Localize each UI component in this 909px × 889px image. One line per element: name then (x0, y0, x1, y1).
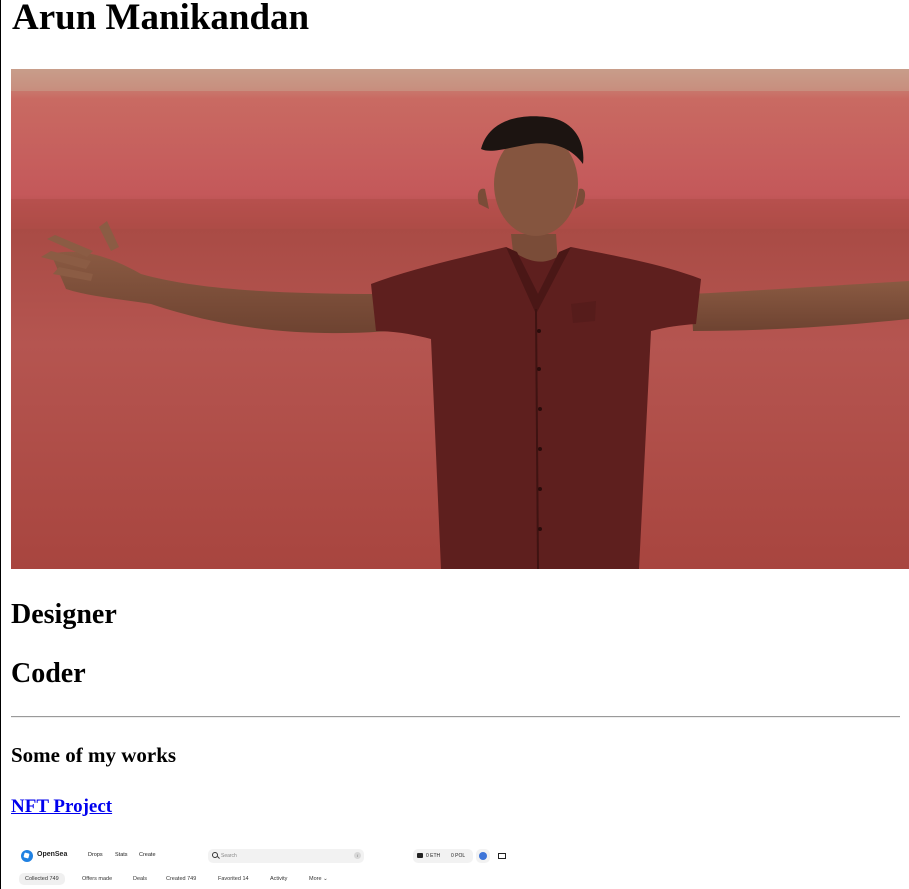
opensea-brand: OpenSea (37, 851, 68, 858)
nft-project-link[interactable]: NFT Project (11, 795, 112, 819)
preview-wallet-pol: 0 POL (451, 853, 466, 859)
preview-cart-button (495, 849, 509, 863)
role-coder: Coder (11, 658, 86, 689)
preview-profile-button (476, 849, 490, 863)
preview-tab-activity: Activity (270, 876, 288, 882)
preview-search-shortcut: / (354, 852, 361, 859)
opensea-logo-icon (21, 850, 33, 862)
preview-search-placeholder: Search (221, 853, 237, 859)
chevron-down-icon: ⌄ (323, 876, 328, 882)
search-icon (212, 852, 218, 858)
preview-tab-offers-made: Offers made (82, 876, 113, 882)
role-designer: Designer (11, 599, 117, 630)
preview-nav-drops: Drops (88, 852, 103, 858)
profile-avatar-icon (479, 852, 487, 860)
preview-tab-deals: Deals (133, 876, 148, 882)
preview-tab-created: Created 749 (166, 876, 197, 882)
divider (11, 716, 900, 718)
preview-wallet-eth: 0 ETH (426, 853, 441, 859)
hero-photo (11, 69, 909, 569)
portrait-photo-icon (11, 69, 909, 569)
preview-nav-stats: Stats (115, 852, 128, 858)
page-title: Arun Manikandan (12, 0, 310, 38)
preview-wallet-balance: 0 ETH 0 POL (413, 849, 473, 863)
preview-search-bar: Search / (208, 849, 364, 863)
preview-tab-favorited: Favorited 14 (218, 876, 249, 882)
preview-tab-collected: Collected 749 (19, 873, 65, 885)
preview-tab-more-label: More (309, 876, 322, 882)
preview-nav-create: Create (139, 852, 156, 858)
opensea-screenshot-preview: OpenSea Drops Stats Create Search / 0 ET… (19, 842, 539, 889)
cart-icon (498, 853, 506, 859)
works-heading: Some of my works (11, 743, 177, 767)
wallet-icon (417, 853, 423, 858)
preview-tab-more: More ⌄ (309, 876, 328, 882)
left-border (0, 0, 1, 889)
